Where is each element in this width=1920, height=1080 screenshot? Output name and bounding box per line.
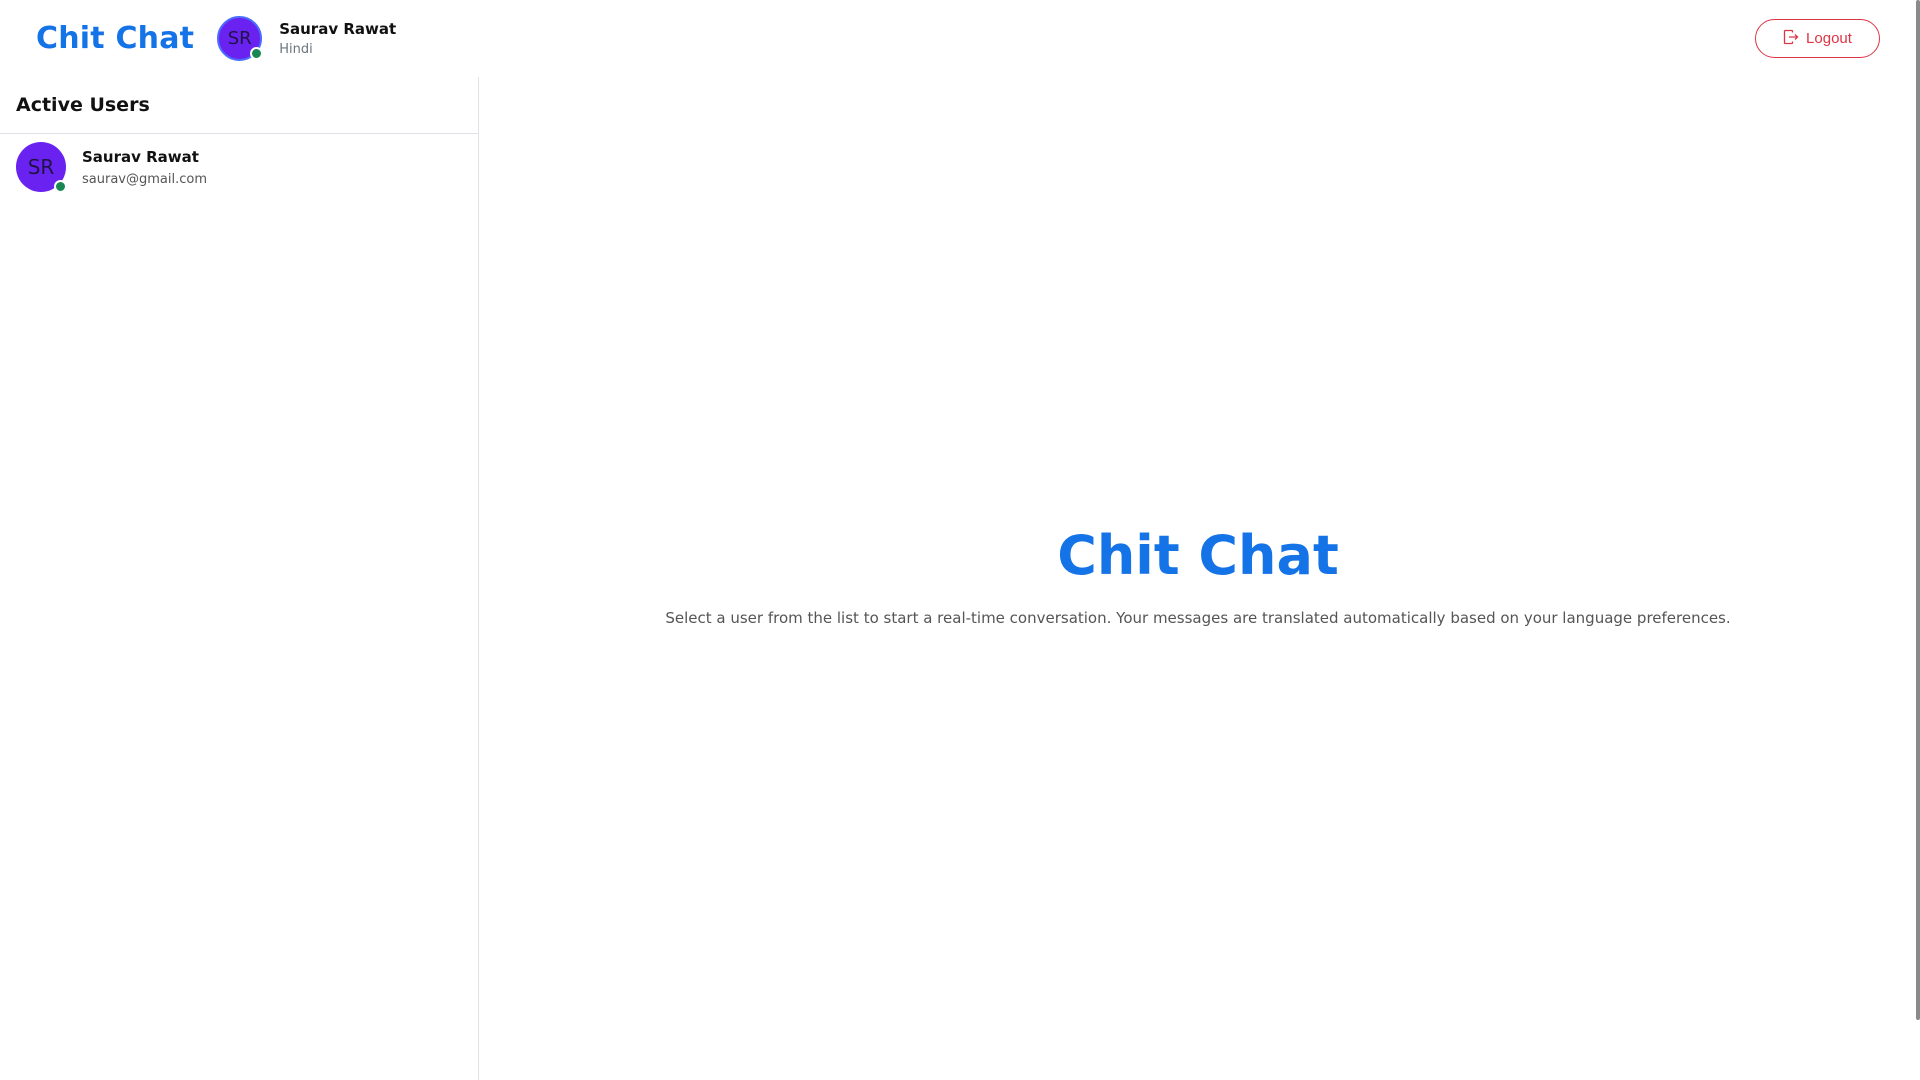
- welcome-title: Chit Chat: [1057, 524, 1339, 587]
- user-email: saurav@gmail.com: [82, 171, 207, 187]
- avatar-initials: SR: [27, 155, 55, 179]
- box-arrow-right-icon: [1783, 29, 1799, 49]
- logout-label: Logout: [1806, 30, 1852, 47]
- active-users-sidebar: Active Users SR Saurav Rawat saurav@gmai…: [0, 77, 479, 1080]
- user-avatar: SR: [16, 142, 67, 193]
- user-name: Saurav Rawat: [82, 147, 199, 166]
- user-list-item[interactable]: SR Saurav Rawat saurav@gmail.com: [0, 134, 478, 200]
- welcome-description: Select a user from the list to start a r…: [665, 609, 1731, 627]
- brand-logo[interactable]: Chit Chat: [36, 21, 194, 56]
- logout-button[interactable]: Logout: [1755, 19, 1880, 58]
- online-status-dot: [250, 47, 264, 60]
- user-info: Saurav Rawat saurav@gmail.com: [82, 148, 207, 187]
- current-user-info: Saurav Rawat Hindi: [279, 20, 396, 57]
- app-root: Chit Chat SR Saurav Rawat Hindi Logout A…: [0, 0, 1920, 1080]
- top-navbar: Chit Chat SR Saurav Rawat Hindi Logout: [0, 0, 1916, 77]
- sidebar-title: Active Users: [16, 94, 150, 116]
- avatar-initials: SR: [227, 28, 252, 49]
- current-user-language: Hindi: [279, 42, 313, 57]
- current-user-avatar: SR: [217, 16, 264, 61]
- sidebar-header: Active Users: [0, 77, 478, 134]
- page-scrollbar[interactable]: [1916, 0, 1920, 1020]
- chat-placeholder-panel: Chit Chat Select a user from the list to…: [480, 77, 1916, 1080]
- online-status-dot: [54, 180, 67, 193]
- current-user-name: Saurav Rawat: [279, 20, 397, 38]
